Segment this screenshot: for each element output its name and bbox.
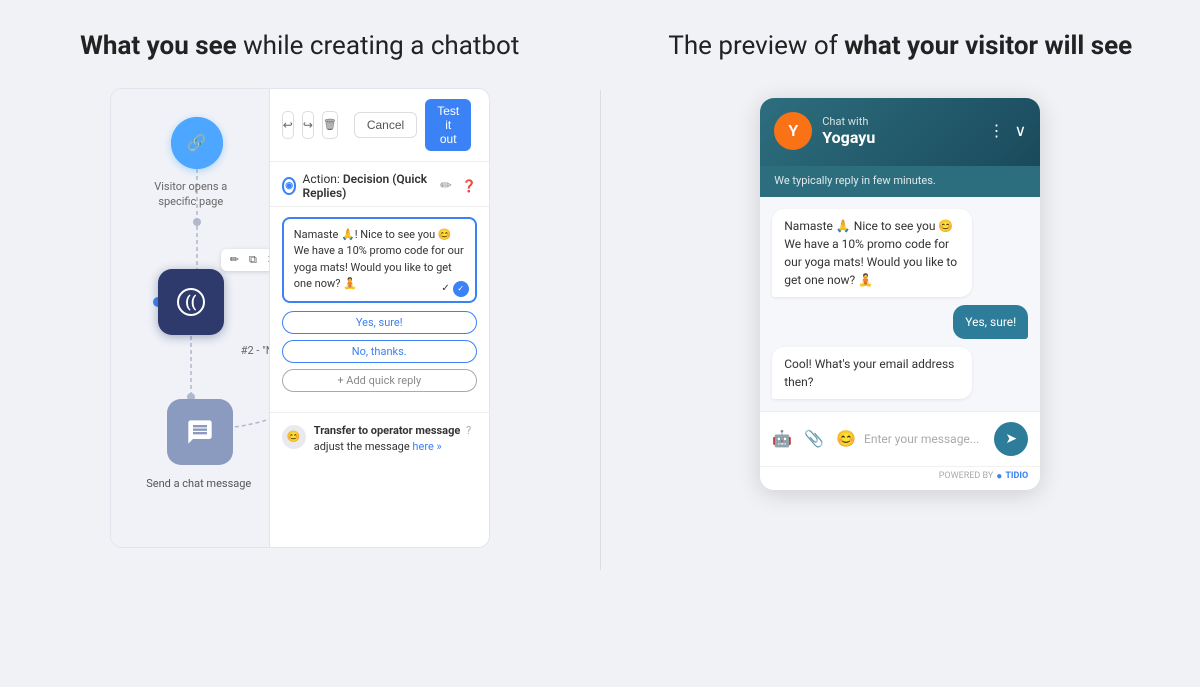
check-icon: ✓ xyxy=(453,281,469,297)
undo-icon: ↩ xyxy=(283,118,293,132)
chat-header-info: Chat with Yogayu xyxy=(822,115,978,147)
left-panel: What you see while creating a chatbot xyxy=(40,30,580,548)
left-heading-bold: What you see xyxy=(80,31,237,61)
edit-decision-icon[interactable]: ✏ xyxy=(440,178,452,194)
left-heading-normal: while creating a chatbot xyxy=(243,31,519,61)
chat-with-label: Chat with xyxy=(822,115,978,128)
help-decision-icon[interactable]: ❓ xyxy=(462,179,477,193)
chat-avatar: Y xyxy=(774,112,812,150)
main-container: What you see while creating a chatbot xyxy=(0,0,1200,687)
chat-msg-node xyxy=(167,399,233,465)
transfer-icon: 😊 xyxy=(282,425,306,449)
link-icon-circle: 🔗 xyxy=(171,117,223,169)
chat-company-name: Yogayu xyxy=(822,128,978,147)
yes-sure-button[interactable]: Yes, sure! xyxy=(282,311,477,334)
attach-icon[interactable]: 📎 xyxy=(804,429,824,448)
transfer-label: Transfer to operator message xyxy=(314,424,461,437)
delete-icon: 🗑 xyxy=(323,118,337,131)
transfer-help: ? xyxy=(466,424,471,437)
send-icon: ➤ xyxy=(1005,431,1017,447)
minimize-icon[interactable]: ∨ xyxy=(1015,121,1027,140)
bot-message-1: Namaste 🙏 Nice to see you 😊 We have a 10… xyxy=(772,209,972,297)
emoji-icon[interactable]: 😊 xyxy=(836,429,856,448)
message-box-footer: ✓ ✓ xyxy=(441,281,468,297)
chat-input-placeholder[interactable]: Enter your message... xyxy=(864,432,986,446)
chat-send-button[interactable]: ➤ xyxy=(994,422,1028,456)
add-quick-reply-button[interactable]: + Add quick reply xyxy=(282,369,477,392)
transfer-section: 😊 Transfer to operator message ? adjust … xyxy=(270,412,489,466)
transfer-text: Transfer to operator message ? adjust th… xyxy=(314,423,471,456)
decision-title: Action: Decision (Quick Replies) xyxy=(302,172,434,200)
test-button[interactable]: Test it out xyxy=(425,99,471,151)
chat-header: Y Chat with Yogayu ⋮ ∨ xyxy=(760,98,1040,166)
avatar-letter: Y xyxy=(788,121,798,140)
no-thanks-button[interactable]: No, thanks. xyxy=(282,340,477,363)
emoji-bot-icon[interactable]: 🤖 xyxy=(772,429,792,448)
edit-pencil-icon[interactable]: ✏ xyxy=(227,252,242,268)
edit-copy-icon[interactable]: ⧉ xyxy=(246,252,260,268)
chat-header-actions: ⋮ ∨ xyxy=(989,121,1027,140)
more-options-icon[interactable]: ⋮ xyxy=(989,121,1005,140)
message-box[interactable]: Namaste 🙏! Nice to see you 😊 We have a 1… xyxy=(282,217,477,303)
chat-input-area: 🤖 📎 😊 Enter your message... ➤ xyxy=(760,411,1040,466)
chat-footer-icons: 🤖 📎 😊 xyxy=(772,429,856,448)
action-toolbar: ↩ ↪ 🗑 Cancel Test it out xyxy=(270,89,489,162)
action-node: (( xyxy=(158,269,224,335)
right-heading-normal: The preview of xyxy=(668,31,844,61)
right-heading-bold: what your visitor will see xyxy=(844,31,1132,61)
chat-widget: Y Chat with Yogayu ⋮ ∨ We typically repl… xyxy=(760,98,1040,490)
powered-by-text: POWERED BY xyxy=(939,471,994,481)
cancel-button[interactable]: Cancel xyxy=(354,112,417,138)
decision-icon: ◉ xyxy=(282,177,297,195)
decision-header: ◉ Action: Decision (Quick Replies) ✏ ❓ xyxy=(270,162,489,207)
transfer-link[interactable]: here » xyxy=(412,440,441,453)
decision-body: Namaste 🙏! Nice to see you 😊 We have a 1… xyxy=(270,207,489,412)
delivered-icon: ✓ xyxy=(441,281,449,296)
redo-icon: ↪ xyxy=(303,118,313,132)
powered-by: POWERED BY ● TIDIO xyxy=(939,471,1029,482)
action-panel: ↩ ↪ 🗑 Cancel Test it out ◉ xyxy=(269,89,489,547)
chat-msg-label: Send a chat message xyxy=(139,477,259,490)
bot-message-2: Cool! What's your email address then? xyxy=(772,347,972,399)
undo-button[interactable]: ↩ xyxy=(282,111,294,139)
delete-button[interactable]: 🗑 xyxy=(322,111,338,139)
tidio-logo: TIDIO xyxy=(1005,471,1028,481)
chat-subheader: We typically reply in few minutes. xyxy=(760,166,1040,197)
transfer-prefix: adjust the message xyxy=(314,440,413,453)
message-text: Namaste 🙏! Nice to see you 😊 We have a 1… xyxy=(294,228,464,291)
chat-messages: Namaste 🙏 Nice to see you 😊 We have a 10… xyxy=(760,197,1040,411)
user-message-1: Yes, sure! xyxy=(953,305,1028,339)
visitor-label: Visitor opens a specific page xyxy=(151,179,231,210)
builder-mockup: ⬡ 🔗 Visitor opens a specific page (( ✏ ⧉… xyxy=(110,88,490,548)
redo-button[interactable]: ↪ xyxy=(302,111,314,139)
right-heading: The preview of what your visitor will se… xyxy=(668,30,1132,64)
action-label: Action: xyxy=(302,172,339,186)
section-divider xyxy=(600,90,601,570)
left-heading: What you see while creating a chatbot xyxy=(80,30,519,64)
right-panel: The preview of what your visitor will se… xyxy=(621,30,1161,490)
